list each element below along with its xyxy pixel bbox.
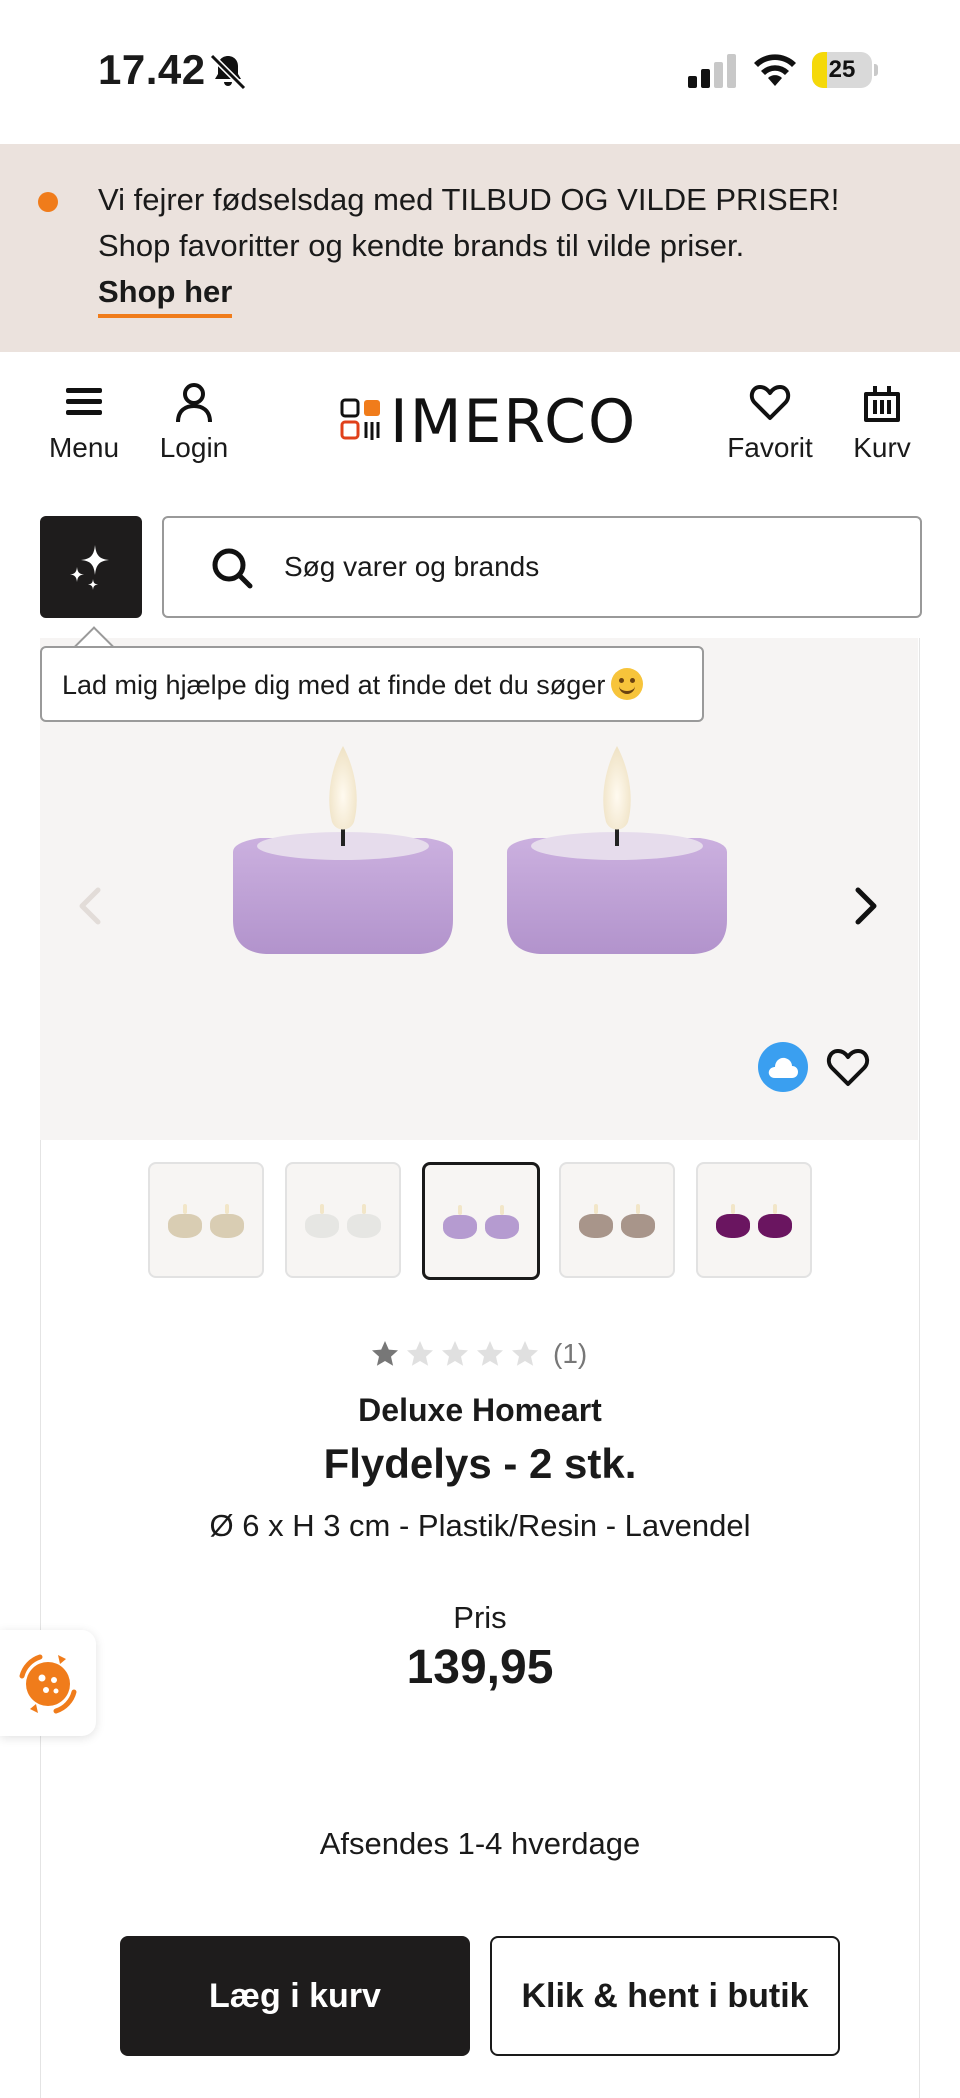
product-rating[interactable]: (1) [370, 1338, 587, 1374]
logo-mark-icon [340, 398, 380, 440]
battery-icon: 25 [812, 52, 878, 88]
wishlist-heart-icon[interactable] [824, 1044, 872, 1090]
battery-level: 25 [828, 56, 856, 83]
carousel-prev-icon[interactable] [72, 884, 108, 928]
click-collect-button[interactable]: Klik & hent i butik [490, 1936, 840, 2056]
product-title: Flydelys - 2 stk. [323, 1440, 637, 1487]
variant-thumb-1[interactable] [148, 1162, 264, 1278]
basket-icon [864, 386, 900, 422]
star-empty-icon [442, 1341, 468, 1366]
sparkles-icon [70, 545, 109, 590]
wifi-icon [754, 54, 796, 86]
star-empty-icon [407, 1341, 433, 1366]
variant-thumb-4[interactable] [559, 1162, 675, 1278]
cart-label: Kurv [853, 432, 911, 463]
product-price: 139,95 [406, 1641, 554, 1694]
favorites-label: Favorit [727, 432, 813, 463]
bell-slash-icon [209, 53, 247, 91]
user-icon [176, 383, 212, 423]
login-label: Login [159, 432, 229, 463]
promo-shop-link[interactable]: Shop her [98, 274, 233, 318]
ai-help-tooltip[interactable]: Lad mig hjælpe dig med at finde det du s… [40, 646, 704, 722]
promo-line-1: Vi fejrer fødselsdag med TILBUD OG VILDE… [98, 182, 840, 217]
heart-icon [749, 385, 791, 420]
search-input[interactable] [282, 540, 886, 594]
hamburger-icon [66, 388, 102, 415]
cookie-settings-icon [19, 1654, 77, 1714]
login-button[interactable]: Login [154, 380, 234, 464]
product-brand[interactable]: Deluxe Homeart [0, 1392, 960, 1429]
search-bar[interactable] [162, 516, 922, 618]
product-image [233, 746, 727, 954]
promo-line-2: Shop favoritter og kendte brands til vil… [98, 228, 745, 263]
shipping-info: Afsendes 1-4 hverdage [319, 1826, 641, 1861]
carousel-next-icon[interactable] [848, 884, 884, 928]
cellular-signal-icon [688, 54, 736, 88]
variant-thumb-5[interactable] [696, 1162, 812, 1278]
smiley-icon [611, 668, 644, 700]
variant-thumb-2[interactable] [285, 1162, 401, 1278]
star-empty-icon [512, 1341, 538, 1366]
star-filled-icon [372, 1341, 398, 1366]
favorites-button[interactable]: Favorit [722, 380, 818, 464]
floating-widget[interactable] [0, 1630, 96, 1736]
add-to-cart-button[interactable]: Læg i kurv [120, 1936, 470, 2056]
product-spec: Ø 6 x H 3 cm - Plastik/Resin - Lavendel [209, 1508, 751, 1543]
price-label: Pris [453, 1600, 507, 1635]
logo-text: IMERCO [390, 387, 638, 457]
search-icon [212, 548, 253, 589]
status-bar: 17.42 25 [0, 0, 960, 144]
ai-assistant-button[interactable] [40, 516, 142, 618]
cloud-icon[interactable] [758, 1042, 808, 1092]
variant-thumb-3[interactable] [422, 1162, 540, 1280]
star-empty-icon [477, 1341, 503, 1366]
menu-button[interactable]: Menu [44, 380, 124, 464]
review-count: (1) [553, 1338, 588, 1369]
promo-dot-icon [38, 192, 58, 212]
cart-button[interactable]: Kurv [846, 380, 918, 464]
status-time: 17.42 [98, 46, 206, 93]
imerco-logo[interactable]: IMERCO [340, 392, 635, 452]
menu-label: Menu [48, 432, 120, 463]
tooltip-text: Lad mig hjælpe dig med at finde det du s… [62, 670, 606, 700]
